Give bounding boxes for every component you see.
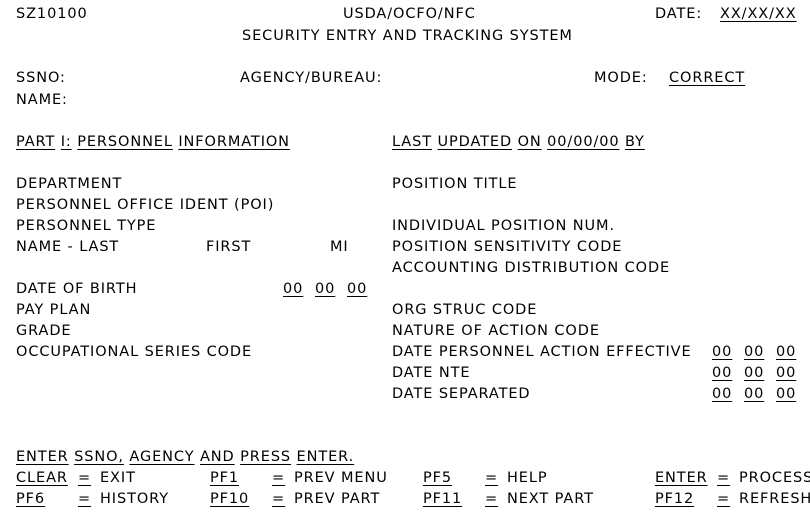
dpae-day-field[interactable]: 00 [744,344,764,360]
fkey-pf6-key[interactable]: PF6 [16,491,45,507]
label-occupational-series-code: OCCUPATIONAL SERIES CODE [16,344,253,360]
label-position-title: POSITION TITLE [392,176,518,192]
mode-field[interactable]: CORRECT [669,70,745,86]
agency-title-line1: USDA/OCFO/NFC [343,6,476,22]
label-name-last: NAME - LAST [16,239,120,255]
label-name-mi: MI [330,239,349,255]
label-individual-position-num: INDIVIDUAL POSITION NUM. [392,218,615,234]
label-grade: GRADE [16,323,72,339]
label-date-separated: DATE SEPARATED [392,386,531,402]
underlined-word: PRESS [240,449,292,465]
fkey-pf5-key[interactable]: PF5 [423,470,452,486]
underlined-word: AND [199,449,235,465]
fkey-pf1-equals: = [272,470,286,486]
dob-month-field[interactable]: 00 [283,281,303,297]
underlined-word: I: [60,134,72,150]
fkey-pf10-key[interactable]: PF10 [210,491,249,507]
nte-day-field[interactable]: 00 [744,365,764,381]
label-date-personnel-action-effective: DATE PERSONNEL ACTION EFFECTIVE [392,344,692,360]
label-personnel-type: PERSONNEL TYPE [16,218,157,234]
fkey-enter-equals: = [717,470,731,486]
part-header-title: PART I: PERSONNEL INFORMATION [16,134,290,150]
dpae-month-field[interactable]: 00 [712,344,732,360]
label-org-struc-code: ORG STRUC CODE [392,302,538,318]
name-label: NAME: [16,92,68,108]
underlined-word: ENTER. [296,449,355,465]
label-pay-plan: PAY PLAN [16,302,92,318]
label-personnel-office-ident: PERSONNEL OFFICE IDENT (POI) [16,197,275,213]
fkey-clear-equals: = [78,470,92,486]
date-field[interactable]: XX/XX/XX [720,6,797,22]
label-department: DEPARTMENT [16,176,123,192]
label-date-nte: DATE NTE [392,365,471,381]
label-nature-of-action-code: NATURE OF ACTION CODE [392,323,600,339]
terminal-id: SZ10100 [16,6,88,22]
system-title-line2: SECURITY ENTRY AND TRACKING SYSTEM [242,28,573,44]
separated-month-field[interactable]: 00 [712,386,732,402]
fkey-pf6-equals: = [78,491,92,507]
underlined-word: BY [625,134,645,150]
nte-year-field[interactable]: 00 [776,365,796,381]
fkey-pf10-equals: = [272,491,286,507]
fkey-enter-key[interactable]: ENTER [655,470,708,486]
underlined-word: ENTER [16,449,69,465]
underlined-word: SSNO, [74,449,124,465]
dpae-year-field[interactable]: 00 [776,344,796,360]
fkey-pf12-equals: = [717,491,731,507]
agency-bureau-label: AGENCY/BUREAU: [240,70,383,86]
dob-day-field[interactable]: 00 [315,281,335,297]
fkey-pf11-action: NEXT PART [507,491,594,507]
fkey-pf12-action: REFRESH [739,491,810,507]
fkey-pf1-key[interactable]: PF1 [210,470,239,486]
underlined-word: INFORMATION [178,134,290,150]
underlined-word: PART [16,134,56,150]
ssno-label: SSNO: [16,70,66,86]
fkey-clear-action: EXIT [100,470,136,486]
underlined-word: LAST [392,134,432,150]
fkey-pf6-action: HISTORY [100,491,169,507]
label-position-sensitivity-code: POSITION SENSITIVITY CODE [392,239,623,255]
separated-year-field[interactable]: 00 [776,386,796,402]
underlined-word: ON [517,134,542,150]
fkey-clear-key[interactable]: CLEAR [16,470,68,486]
fkey-pf10-action: PREV PART [294,491,381,507]
fkey-pf11-key[interactable]: PF11 [423,491,462,507]
fkey-enter-action: PROCESS [739,470,810,486]
label-name-first: FIRST [206,239,252,255]
date-label: DATE: [655,6,703,22]
separated-day-field[interactable]: 00 [744,386,764,402]
underlined-word: UPDATED [437,134,513,150]
fkey-pf5-action: HELP [507,470,548,486]
mode-label: MODE: [594,70,648,86]
instruction-line: ENTER SSNO, AGENCY AND PRESS ENTER. [16,449,354,465]
fkey-pf5-equals: = [485,470,499,486]
last-updated-line: LAST UPDATED ON 00/00/00 BY [392,134,645,150]
fkey-pf1-action: PREV MENU [294,470,388,486]
terminal-screen: SZ10100 USDA/OCFO/NFC SECURITY ENTRY AND… [0,0,810,515]
fkey-pf12-key[interactable]: PF12 [655,491,694,507]
label-date-of-birth: DATE OF BIRTH [16,281,138,297]
dob-year-field[interactable]: 00 [347,281,367,297]
underlined-word: PERSONNEL [77,134,173,150]
underlined-word: AGENCY [129,449,195,465]
underlined-word: 00/00/00 [547,134,620,150]
label-accounting-distribution-code: ACCOUNTING DISTRIBUTION CODE [392,260,671,276]
nte-month-field[interactable]: 00 [712,365,732,381]
fkey-pf11-equals: = [485,491,499,507]
